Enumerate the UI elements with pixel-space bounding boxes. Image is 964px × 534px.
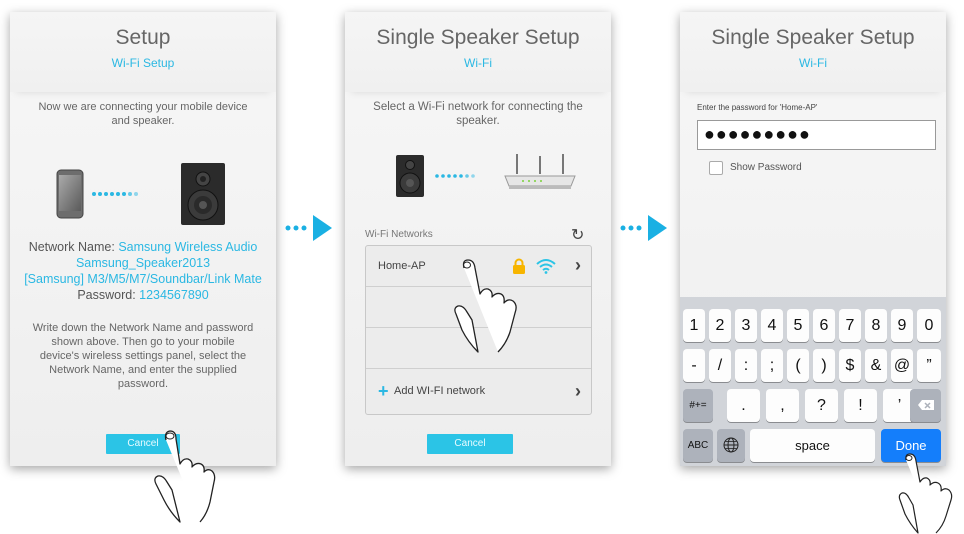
cancel-button[interactable]: Cancel — [427, 434, 513, 454]
wifi-icon — [536, 259, 556, 274]
next-step-arrow-icon — [285, 215, 332, 241]
show-password-checkbox[interactable] — [709, 161, 723, 175]
space-key[interactable]: space — [750, 429, 875, 462]
network-name-label: Network Name: — [28, 240, 115, 254]
network-name-value-3: [Samsung] M3/M5/M7/Soundbar/Link Mate — [24, 272, 262, 286]
key-open-paren[interactable]: ( — [787, 349, 809, 382]
key-dollar[interactable]: $ — [839, 349, 861, 382]
add-network-item[interactable]: + Add WI-FI network › — [366, 369, 591, 415]
globe-icon — [723, 437, 739, 453]
speaker-icon — [396, 155, 424, 197]
key-3[interactable]: 3 — [735, 309, 757, 342]
key-1[interactable]: 1 — [683, 309, 705, 342]
key-colon[interactable]: : — [735, 349, 757, 382]
show-password-label: Show Password — [730, 162, 802, 173]
next-step-arrow-icon — [620, 215, 667, 241]
key-2[interactable]: 2 — [709, 309, 731, 342]
header: Single Speaker Setup Wi-Fi — [680, 12, 946, 92]
password-input[interactable]: ●●●●●●●●● — [697, 120, 936, 150]
key-period[interactable]: . — [727, 389, 760, 422]
hand-pointer-icon — [454, 259, 517, 353]
intro-text: Now we are connecting your mobile device… — [38, 101, 248, 127]
page-subtitle: Wi-Fi — [464, 56, 492, 70]
key-9[interactable]: 9 — [891, 309, 913, 342]
password-prompt: Enter the password for 'Home-AP' — [697, 103, 818, 112]
add-network-label: Add WI-FI network — [394, 385, 486, 397]
network-name-value-2: Samsung_Speaker2013 — [75, 256, 211, 270]
network-name-value-1: Samsung Wireless Audio — [118, 240, 258, 254]
header: Single Speaker Setup Wi-Fi — [345, 12, 611, 92]
key-close-paren[interactable]: ) — [813, 349, 835, 382]
hand-pointer-icon — [154, 430, 216, 523]
page-title: Single Speaker Setup — [711, 26, 915, 49]
chevron-right-icon: › — [575, 255, 581, 275]
connection-dots-icon — [435, 174, 475, 178]
refresh-icon[interactable]: ↻ — [571, 225, 584, 245]
backspace-key[interactable] — [910, 389, 941, 422]
key-exclamation[interactable]: ! — [844, 389, 877, 422]
key-question[interactable]: ? — [805, 389, 838, 422]
key-8[interactable]: 8 — [865, 309, 887, 342]
screen-single-speaker-setup: Single Speaker Setup Wi-Fi Select a Wi-F… — [345, 12, 611, 466]
hand-pointer-icon — [898, 453, 953, 534]
instructions-text: Write down the Network Name and password… — [32, 322, 254, 390]
keyboard: 1 2 3 4 5 6 7 8 9 0 - / : ; ( ) $ & @ ” … — [680, 297, 946, 466]
page-title: Single Speaker Setup — [376, 26, 580, 49]
key-slash[interactable]: / — [709, 349, 731, 382]
key-abc[interactable]: ABC — [683, 429, 713, 462]
key-semicolon[interactable]: ; — [761, 349, 783, 382]
key-at[interactable]: @ — [891, 349, 913, 382]
password-value: 1234567890 — [139, 288, 209, 302]
chevron-right-icon: › — [575, 381, 581, 401]
wifi-networks-label: Wi-Fi Networks — [365, 229, 433, 240]
phone-icon — [56, 169, 84, 219]
key-4[interactable]: 4 — [761, 309, 783, 342]
plus-icon: + — [378, 381, 389, 401]
intro-text: Select a Wi-Fi network for connecting th… — [373, 101, 583, 127]
screen-setup: Setup Wi-Fi Setup Now we are connecting … — [10, 12, 276, 466]
backspace-icon — [917, 400, 934, 410]
key-hyphen[interactable]: - — [683, 349, 705, 382]
network-name: Home-AP — [378, 260, 426, 272]
page-subtitle: Wi-Fi Setup — [111, 56, 175, 70]
key-7[interactable]: 7 — [839, 309, 861, 342]
connection-dots-icon — [92, 192, 138, 196]
key-6[interactable]: 6 — [813, 309, 835, 342]
header: Setup Wi-Fi Setup — [10, 12, 276, 92]
key-ampersand[interactable]: & — [865, 349, 887, 382]
page-subtitle: Wi-Fi — [799, 56, 827, 70]
page-title: Setup — [115, 26, 171, 49]
speaker-icon — [181, 163, 225, 225]
network-info: Network Name: Samsung Wireless Audio Sam… — [18, 239, 268, 303]
key-5[interactable]: 5 — [787, 309, 809, 342]
key-quote[interactable]: ” — [917, 349, 941, 382]
screen-password-entry: Single Speaker Setup Wi-Fi Enter the pas… — [680, 12, 946, 466]
key-0[interactable]: 0 — [917, 309, 941, 342]
key-comma[interactable]: , — [766, 389, 799, 422]
router-icon — [504, 154, 576, 189]
password-label: Password: — [77, 288, 136, 302]
key-symbols-mode[interactable]: #+= — [683, 389, 713, 422]
globe-key[interactable] — [717, 429, 745, 462]
